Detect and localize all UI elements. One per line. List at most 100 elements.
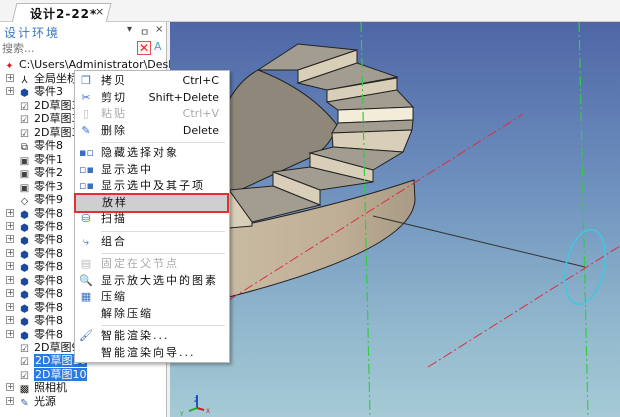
diamond-icon: ◇ <box>20 196 29 208</box>
design-root-icon: ✦ <box>5 61 14 72</box>
search-clear-button[interactable]: ✕ <box>137 41 151 55</box>
expand-toggle[interactable]: + <box>6 289 14 298</box>
menu-item[interactable]: ▪▫ 隐藏选择对象 <box>75 145 229 161</box>
tab-close-button[interactable]: × <box>95 5 104 18</box>
panel-dropdown-button[interactable]: ▾ <box>127 24 132 35</box>
tree-item[interactable]: ⬢ 零件8 <box>18 206 63 221</box>
tree-item[interactable]: ▣ 零件2 <box>18 166 63 181</box>
panel-title: 设计环境 <box>4 26 61 40</box>
tree-item[interactable]: ⬢ 零件8 <box>18 247 63 261</box>
part-icon: ⬢ <box>20 249 29 261</box>
part-icon: ⬢ <box>20 303 29 315</box>
menu-item[interactable]: 🖌 智能渲染... <box>75 328 229 344</box>
tree-item[interactable]: ☑ 2D草图3 <box>18 99 78 113</box>
tree-item[interactable]: ⧉ 零件8 <box>18 139 63 153</box>
menu-item[interactable]: ▫▪ 显示选中 <box>75 162 229 178</box>
tree-item[interactable]: ⅄ 全局坐标 <box>18 72 78 86</box>
menu-item[interactable]: 放样 <box>74 193 229 213</box>
tree-item[interactable]: ⬢ 零件8 <box>18 287 63 302</box>
path-line <box>372 215 586 268</box>
3d-viewport[interactable]: Z X Y <box>170 22 620 417</box>
sketch-icon: ☑ <box>20 115 29 127</box>
expand-toggle[interactable]: + <box>6 87 14 96</box>
expand-toggle[interactable]: + <box>6 275 14 284</box>
expand-toggle[interactable]: + <box>6 248 14 257</box>
tree-item[interactable]: ◇ 零件9 <box>18 193 63 208</box>
menu-item[interactable]: 🔍 显示放大选中的图素 <box>75 273 229 289</box>
panel-pin-button[interactable]: ㅁ <box>140 24 149 39</box>
tree-item-label: 零件8 <box>34 206 63 220</box>
image-icon: ▣ <box>19 169 30 181</box>
panel-close-button[interactable]: × <box>155 24 163 35</box>
expand-toggle[interactable]: + <box>6 221 14 230</box>
tree-item[interactable]: ⬢ 零件8 <box>18 233 63 247</box>
menu-item-label: 放样 <box>102 196 128 209</box>
menu-item-label: 显示选中及其子项 <box>101 179 205 192</box>
part-icon: ⬢ <box>20 290 29 302</box>
expand-toggle[interactable]: + <box>6 235 14 244</box>
expand-toggle[interactable]: + <box>6 74 14 82</box>
tree-item[interactable]: ☑ 2D草图3 <box>18 112 78 127</box>
expand-toggle[interactable]: + <box>6 329 14 338</box>
tree-item[interactable]: ⬢ 零件8 <box>18 260 63 274</box>
search-input[interactable] <box>2 41 136 56</box>
menu-item[interactable]: 智能渲染向导... <box>75 345 229 361</box>
tree-item[interactable]: ☑ 2D草图3 <box>18 126 78 140</box>
tree-item[interactable]: ▩ 照相机 <box>18 381 67 395</box>
image-icon: ▣ <box>19 155 30 167</box>
sweep-icon: ⛁ <box>81 212 91 225</box>
menu-item-label: 隐藏选择对象 <box>101 146 179 159</box>
brush-icon: 🖌 <box>79 329 93 342</box>
menu-item[interactable]: 解除压缩 <box>75 306 229 322</box>
menu-item[interactable]: ✂ 剪切 Shift+Delete <box>75 90 229 106</box>
document-tab-bar: 设计2-22* × <box>0 0 620 23</box>
tree-item-label: 照相机 <box>34 381 67 395</box>
tree-item-label: 零件1 <box>34 152 63 166</box>
menu-item[interactable]: ⛁ 扫描 <box>75 211 229 227</box>
tree-item[interactable]: ☑ 2D草图9 <box>18 341 79 355</box>
menu-item[interactable]: ▯ 粘贴 Ctrl+V <box>75 106 229 122</box>
tree-item[interactable]: ⬢ 零件8 <box>18 328 63 342</box>
menu-item-label: 扫描 <box>101 212 127 225</box>
tree-item-label: 零件9 <box>34 193 63 207</box>
tree-item[interactable]: ▣ 零件1 <box>18 152 63 167</box>
tree-item-label: 光源 <box>34 394 56 408</box>
axis-z-label: Z <box>194 397 198 404</box>
tree-item-label: 零件3 <box>34 85 63 99</box>
zoom-icon: 🔍 <box>79 274 93 287</box>
tree-item-label: 2D草图9 <box>34 341 79 354</box>
menu-item[interactable]: ▦ 压缩 <box>75 289 229 305</box>
tab-label[interactable]: 设计2-22* <box>30 5 97 22</box>
expand-toggle[interactable]: + <box>6 383 14 392</box>
menu-item-label: 拷贝 <box>101 74 127 87</box>
search-options-icon[interactable]: A <box>154 40 162 53</box>
tree-item[interactable]: ☑ 2D草图10 <box>18 367 88 382</box>
tree-item[interactable]: ⬢ 零件8 <box>18 219 63 234</box>
tree-item[interactable]: ⬢ 零件8 <box>18 314 63 328</box>
tree-item[interactable]: ✎ 光源 <box>18 394 56 409</box>
tree-item[interactable]: ⬢ 零件8 <box>18 301 63 315</box>
scene-canvas[interactable]: Z X Y <box>170 22 620 417</box>
combine-icon: ⤷ <box>82 235 90 248</box>
menu-item[interactable]: ❐ 拷贝 Ctrl+C <box>75 73 229 89</box>
tree-item[interactable]: ▣ 零件3 <box>18 180 63 194</box>
menu-item[interactable]: ✎ 删除 Delete <box>75 123 229 139</box>
expand-toggle[interactable]: + <box>6 262 14 271</box>
menu-item-label: 解除压缩 <box>101 307 153 320</box>
compress-icon: ▦ <box>80 290 92 303</box>
axes-icon: ⅄ <box>21 75 28 86</box>
expand-toggle[interactable]: + <box>6 302 14 311</box>
menu-item[interactable]: ▫▪ 显示选中及其子项 <box>75 178 229 194</box>
tree-item-label: 零件8 <box>34 219 63 233</box>
tree-item[interactable]: ⬢ 零件3 <box>18 85 63 99</box>
light-icon: ✎ <box>20 397 29 409</box>
menu-item[interactable]: ▤ 固定在父节点 <box>75 256 229 272</box>
show-icon: ▫▪ <box>79 163 94 176</box>
tree-item[interactable]: ⬢ 零件8 <box>18 274 63 288</box>
cut-icon: ✂ <box>81 91 91 104</box>
menu-item[interactable]: ⤷ 组合 <box>75 234 229 250</box>
expand-toggle[interactable]: + <box>6 208 14 217</box>
expand-toggle[interactable]: + <box>6 396 14 405</box>
tree-item-label: 零件2 <box>34 166 63 180</box>
expand-toggle[interactable]: + <box>6 316 14 325</box>
